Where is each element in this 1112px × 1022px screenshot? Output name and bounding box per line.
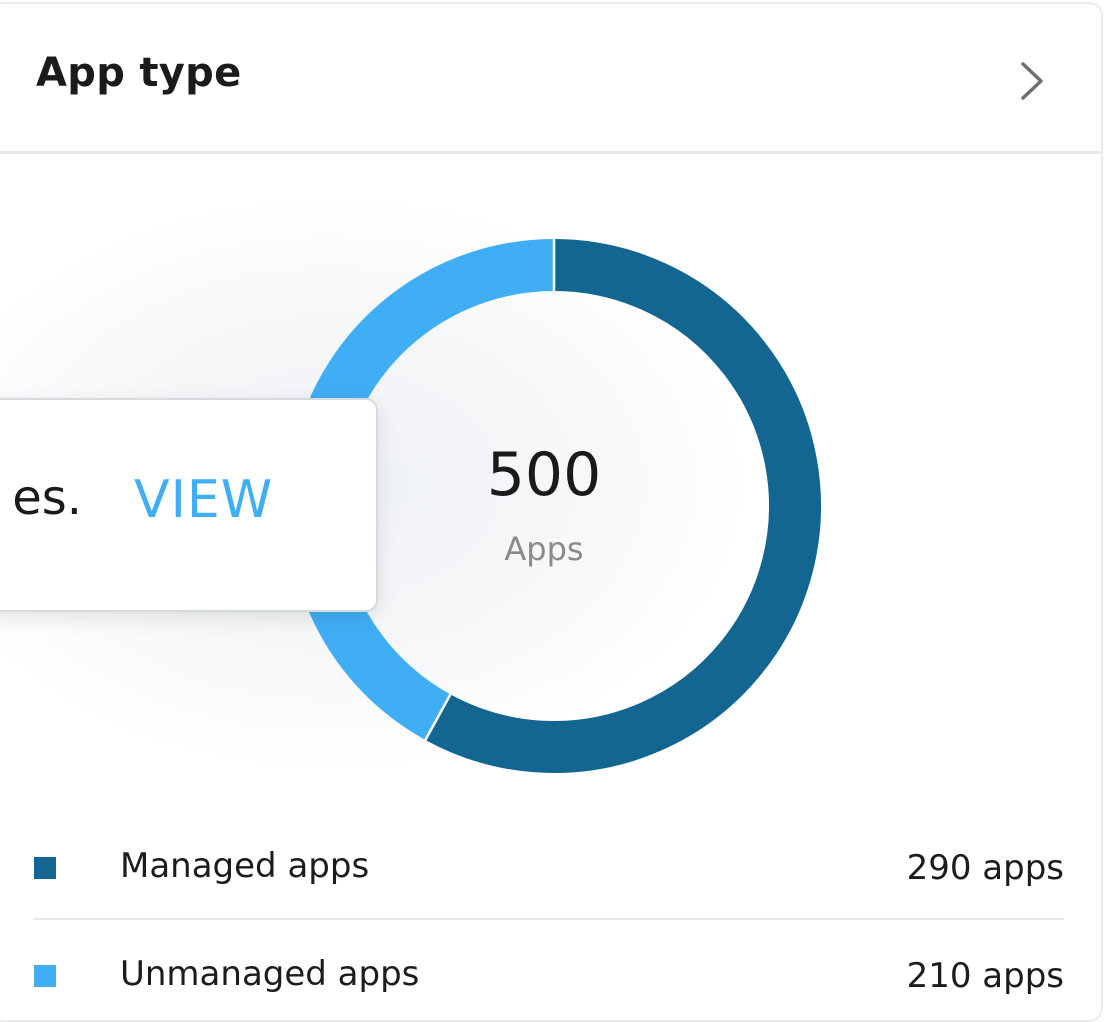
chart-area: 500 Apps es. VIEW: [0, 154, 1101, 814]
total-label: Apps: [504, 530, 584, 568]
legend-label: Unmanaged apps: [120, 954, 420, 994]
app-type-card: App type 500 Apps es. VIEW Managed apps …: [0, 2, 1103, 1022]
legend-label: Managed apps: [120, 846, 370, 886]
legend-row-unmanaged[interactable]: Unmanaged apps 210 apps: [34, 920, 1064, 1020]
legend-value: 210 apps: [906, 956, 1064, 996]
chevron-right-icon[interactable]: [1011, 56, 1051, 106]
popover-tooltip: es. VIEW: [0, 398, 378, 612]
legend-value: 290 apps: [906, 848, 1064, 888]
legend-row-managed[interactable]: Managed apps 290 apps: [34, 812, 1064, 920]
view-link[interactable]: VIEW: [134, 470, 273, 530]
popover-text: es.: [12, 470, 82, 526]
legend-swatch-managed: [34, 857, 56, 879]
card-title: App type: [36, 50, 242, 96]
total-value: 500: [486, 440, 602, 510]
card-header[interactable]: App type: [0, 4, 1101, 154]
legend: Managed apps 290 apps Unmanaged apps 210…: [34, 812, 1064, 1020]
